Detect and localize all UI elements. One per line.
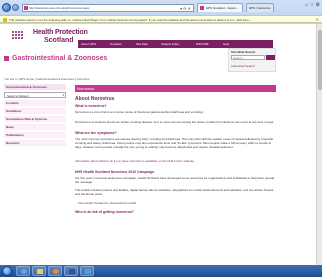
search-title: Site Wide Search [231, 50, 256, 54]
section-bar-label: Norovirus [77, 86, 95, 91]
paragraph: The most common symptoms are nausea (fee… [75, 137, 274, 149]
info-close-icon[interactable]: ✕ [316, 17, 319, 22]
nav-subject-index[interactable]: Subject Index [161, 42, 179, 46]
forward-button[interactable] [12, 4, 19, 11]
site-header: Health Protection Scotland About HPS Con… [0, 24, 316, 50]
logo-text-line2[interactable]: Scotland [44, 37, 74, 44]
question-heading: Who is at risk of getting norovirus? [75, 210, 134, 214]
outlook-taskbar-icon[interactable] [80, 266, 94, 276]
logo-text-line1[interactable]: Health Protection [33, 29, 88, 36]
paragraph: For this year's norovirus awareness camp… [75, 176, 275, 184]
window-controls-icon[interactable]: ⌂ ☆ ⚙ [305, 2, 320, 8]
breadcrumb[interactable]: You are in: HPS Home | Gastrointestinal … [4, 77, 90, 81]
refresh-icon[interactable]: ▾ ⟳ ✕ [180, 6, 191, 11]
word-taskbar-icon[interactable] [64, 266, 78, 276]
sidebar-item-label: Contacts [6, 101, 19, 105]
nhs-inform-paragraph[interactable]: Information about what to do if you have… [75, 159, 276, 163]
search-panel: Site Wide Search Advanced Search [228, 48, 276, 72]
paragraph: This toolkit provides posters and leafle… [75, 188, 274, 196]
sidebar-item-label: Research [6, 141, 20, 145]
logo-icon [12, 31, 24, 40]
paragraph: Norovirus is sometimes known as 'winter … [75, 120, 275, 124]
tab-secondary[interactable]: HPS | Norovirus [246, 3, 274, 12]
address-bar[interactable]: http://www.hps.scot.nhs.uk/giz/norovirus… [22, 4, 194, 12]
tab-secondary-label: HPS | Norovirus [249, 6, 271, 10]
sidebar-item-surveillance[interactable]: Surveillance Data & Systems [4, 116, 66, 123]
sidebar-item-label: Guidelines [6, 109, 22, 113]
sidebar-item-contacts[interactable]: Contacts [4, 100, 66, 107]
address-url: http://www.hps.scot.nhs.uk/giz/norovirus… [29, 6, 90, 10]
back-button[interactable] [2, 3, 11, 12]
subject-select-label: Select a Subject [7, 94, 29, 98]
page-title: Gastrointestinal & Zoonoses [12, 55, 108, 62]
sidebar-active-label: Gastrointestinal & Zoonoses [6, 85, 47, 89]
question-heading: What are the symptoms? [75, 131, 117, 135]
info-bar[interactable]: This website wants to run the following … [0, 15, 322, 23]
explorer-taskbar-icon[interactable] [32, 266, 46, 276]
sidebar-item-news[interactable]: News [4, 124, 66, 131]
tab-favicon-icon [200, 6, 204, 10]
sidebar-item-label: Publications [6, 133, 24, 137]
info-warning-icon [3, 18, 7, 22]
question-heading: What is norovirus? [75, 104, 107, 108]
favicon-icon [24, 6, 28, 10]
search-input[interactable] [231, 55, 265, 60]
start-button-icon[interactable] [2, 266, 12, 276]
section-arrow-icon [4, 56, 9, 61]
top-navigation: About HPS Contacts Site Map Subject Inde… [78, 40, 273, 48]
search-button[interactable] [266, 55, 275, 60]
question-heading: NHS Health Scotland Norovirus 2010 Campa… [75, 170, 154, 174]
section-bar: Norovirus [75, 85, 276, 92]
sidebar-active-section[interactable]: Gastrointestinal & Zoonoses [4, 84, 66, 90]
sidebar-item-guidelines[interactable]: Guidelines [4, 108, 66, 115]
tab-active[interactable]: HPS Scotland - Gastro... [197, 3, 243, 12]
toolkit-link[interactable]: Visit Health Scotland to download the to… [78, 201, 136, 205]
nav-about[interactable]: About HPS [81, 42, 96, 46]
ie-taskbar-icon[interactable] [16, 266, 30, 276]
subject-select[interactable]: Select a Subject ▾ [4, 92, 66, 98]
advanced-search-link[interactable]: Advanced Search [231, 64, 255, 68]
sidebar-item-research[interactable]: Research [4, 140, 66, 147]
chevron-down-icon: ▾ [62, 93, 64, 97]
paragraph: Norovirus is a virus that is a common ca… [75, 110, 204, 114]
tab-active-label: HPS Scotland - Gastro... [206, 6, 239, 10]
content-heading: About Norovirus [75, 96, 115, 102]
nav-rss[interactable]: RSS/XML [196, 42, 209, 46]
nav-help[interactable]: Help [223, 42, 229, 46]
media-taskbar-icon[interactable] [48, 266, 62, 276]
nav-contacts[interactable]: Contacts [110, 42, 122, 46]
vertical-scrollbar[interactable] [316, 24, 322, 265]
info-bar-text: This website wants to run the following … [9, 18, 252, 22]
sidebar-item-label: News [6, 125, 14, 129]
web-page: Health Protection Scotland About HPS Con… [0, 24, 316, 265]
sidebar-item-label: Surveillance Data & Systems [6, 117, 48, 121]
nav-sitemap[interactable]: Site Map [136, 42, 148, 46]
taskbar [0, 265, 322, 277]
scrollbar-thumb[interactable] [318, 30, 322, 90]
sidebar-item-publications[interactable]: Publications [4, 132, 66, 139]
